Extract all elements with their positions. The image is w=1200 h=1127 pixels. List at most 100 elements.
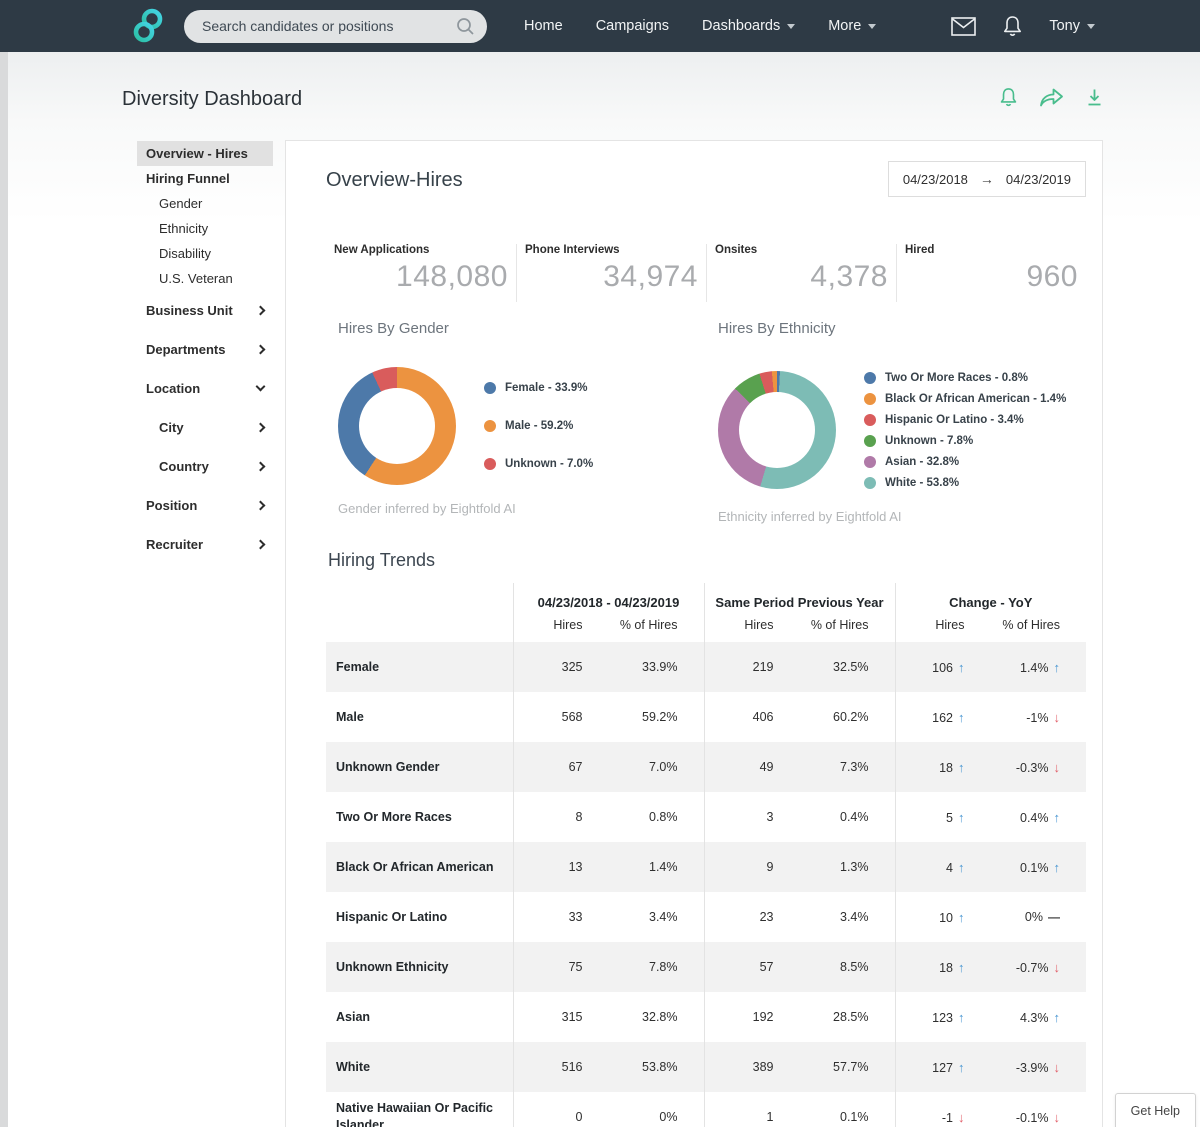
notifications-bell-icon[interactable] xyxy=(1002,15,1023,38)
legend-item-black-or-african-american[interactable]: Black Or African American - 1.4% xyxy=(864,388,1066,409)
search-icon[interactable] xyxy=(456,17,475,36)
metric-value: 34,974 xyxy=(603,260,698,293)
legend-item-unknown[interactable]: Unknown - 7.8% xyxy=(864,430,1066,451)
legend-dot-icon xyxy=(864,371,876,384)
sidebar-item-u-s-veteran[interactable]: U.S. Veteran xyxy=(137,266,273,291)
table-cell: 389 xyxy=(703,1042,800,1092)
table-row: Asian 315 32.8% 192 28.5% 123 ↑ 4.3% ↑ xyxy=(326,992,1086,1042)
table-cell: 7.0% xyxy=(649,760,678,774)
row-label: Unknown Gender xyxy=(336,759,440,774)
nav-link-dashboards[interactable]: Dashboards xyxy=(702,18,796,34)
alerts-bell-icon[interactable] xyxy=(999,87,1018,108)
table-cell: 325 xyxy=(512,642,609,692)
table-cell: 1.4% xyxy=(649,860,678,874)
metric-value: 960 xyxy=(1026,260,1078,293)
arrow-up-icon: ↑ xyxy=(958,809,965,825)
table-cell-change: 162 ↑ xyxy=(894,692,991,742)
table-cell: 219 xyxy=(703,642,800,692)
legend-dot-icon xyxy=(864,476,876,489)
row-label: Hispanic Or Latino xyxy=(336,909,448,924)
legend-item-male[interactable]: Male - 59.2% xyxy=(484,407,593,445)
date-to: 04/23/2019 xyxy=(1005,171,1071,187)
sidebar-item-hiring-funnel[interactable]: Hiring Funnel xyxy=(137,166,273,191)
legend-item-two-or-more-races[interactable]: Two Or More Races - 0.8% xyxy=(864,367,1066,388)
row-label: Two Or More Races xyxy=(336,809,452,824)
chevron-right-icon xyxy=(255,422,266,433)
chevron-right-icon xyxy=(255,461,266,472)
funnel-metrics: New Applications 148,080 Phone Interviews 3… xyxy=(326,244,1086,302)
sidebar-item-ethnicity[interactable]: Ethnicity xyxy=(137,216,273,241)
legend-label: Black Or African American - 1.4% xyxy=(885,392,1067,405)
arrow-up-icon: ↑ xyxy=(958,709,965,725)
ethnicity-chart-note: Ethnicity inferred by Eightfold AI xyxy=(718,509,902,524)
nav-link-more[interactable]: More xyxy=(828,18,877,34)
filter-city[interactable]: City xyxy=(137,408,273,447)
user-name: Tony xyxy=(1049,18,1080,34)
table-cell: 8 xyxy=(512,792,609,842)
share-icon[interactable] xyxy=(1038,86,1065,108)
sidebar-item-disability[interactable]: Disability xyxy=(137,241,273,266)
eightfold-logo-icon[interactable] xyxy=(132,8,164,44)
date-range-picker[interactable]: 04/23/2018 04/23/2019 xyxy=(887,161,1086,197)
col-pct-hires: % of Hires xyxy=(1002,618,1060,632)
chevron-down-icon xyxy=(868,23,877,29)
sidebar-item-gender[interactable]: Gender xyxy=(137,191,273,216)
sidebar-filters: Business Unit Departments Location City Coun… xyxy=(137,291,285,564)
table-cell: 59.2% xyxy=(642,710,678,724)
nav-link-campaigns[interactable]: Campaigns xyxy=(596,18,669,34)
legend-dot-icon xyxy=(484,382,496,394)
filter-label: Position xyxy=(146,498,198,513)
table-cell-change: 4.3% ↑ xyxy=(1020,1009,1061,1025)
table-row: Two Or More Races 8 0.8% 3 0.4% 5 ↑ 0.4% ↑ xyxy=(326,792,1086,842)
table-cell-change: -0.3% ↓ xyxy=(1015,759,1061,775)
legend-label: Unknown - 7.0% xyxy=(505,458,594,470)
page: Diversity Dashboard Overview - Hires Hir… xyxy=(8,52,1200,1127)
filter-location[interactable]: Location xyxy=(137,369,273,408)
arrow-up-icon: ↑ xyxy=(958,1059,965,1075)
legend-item-hispanic-or-latino[interactable]: Hispanic Or Latino - 3.4% xyxy=(864,409,1066,430)
legend-item-white[interactable]: White - 53.8% xyxy=(864,472,1066,493)
download-icon[interactable] xyxy=(1085,87,1104,108)
filter-business-unit[interactable]: Business Unit xyxy=(137,291,273,330)
table-cell-change: 127 ↑ xyxy=(894,1042,991,1092)
table-cell-change: 10 ↑ xyxy=(894,892,991,942)
legend-item-asian[interactable]: Asian - 32.8% xyxy=(864,451,1066,472)
table-cell: 315 xyxy=(512,992,609,1042)
global-search[interactable] xyxy=(184,9,487,43)
filter-position[interactable]: Position xyxy=(137,486,273,525)
metric-label: New Applications xyxy=(334,244,430,256)
table-cell: 49 xyxy=(703,742,800,792)
arrow-down-icon: ↓ xyxy=(1053,1109,1061,1125)
legend-item-female[interactable]: Female - 33.9% xyxy=(484,369,593,407)
chevron-down-icon xyxy=(255,381,266,392)
nav-link-home[interactable]: Home xyxy=(524,18,563,34)
gender-donut-chart[interactable] xyxy=(338,367,456,485)
table-cell-change: -3.9% ↓ xyxy=(1015,1059,1060,1075)
arrow-up-icon: ↑ xyxy=(1053,1009,1061,1025)
arrow-down-icon: ↓ xyxy=(1053,759,1061,775)
search-input[interactable] xyxy=(200,17,456,35)
filter-departments[interactable]: Departments xyxy=(137,330,273,369)
column-group-current: 04/23/2018 - 04/23/2019 xyxy=(512,583,704,612)
legend-item-unknown[interactable]: Unknown - 7.0% xyxy=(484,445,593,483)
legend-dot-icon xyxy=(864,392,876,405)
table-cell-change: 5 ↑ xyxy=(894,792,991,842)
legend-label: Female - 33.9% xyxy=(505,382,588,394)
navbar-links: Home Campaigns Dashboards More xyxy=(524,18,909,34)
mail-icon[interactable] xyxy=(951,16,977,36)
dash-icon: — xyxy=(1048,910,1060,924)
table-row: Male 568 59.2% 406 60.2% 162 ↑ -1% ↓ xyxy=(326,692,1086,742)
sidebar-item-overview-hires[interactable]: Overview - Hires xyxy=(137,141,273,166)
metric-new-applications: New Applications 148,080 xyxy=(326,244,516,302)
legend-label: Two Or More Races - 0.8% xyxy=(885,371,1028,384)
table-group-header-row: 04/23/2018 - 04/23/2019 Same Period Prev… xyxy=(326,583,1086,612)
filter-recruiter[interactable]: Recruiter xyxy=(137,525,273,564)
metric-phone-interviews: Phone Interviews 34,974 xyxy=(516,244,706,302)
user-menu[interactable]: Tony xyxy=(1049,18,1095,34)
ethnicity-donut-chart[interactable] xyxy=(718,371,836,489)
row-label: Black Or African American xyxy=(336,859,494,874)
get-help-button[interactable]: Get Help xyxy=(1114,1093,1196,1127)
table-cell-change: 1.4% ↑ xyxy=(1020,659,1060,675)
table-row: Unknown Gender 67 7.0% 49 7.3% 18 ↑ -0.3% ↓ xyxy=(326,742,1086,792)
filter-country[interactable]: Country xyxy=(137,447,273,486)
